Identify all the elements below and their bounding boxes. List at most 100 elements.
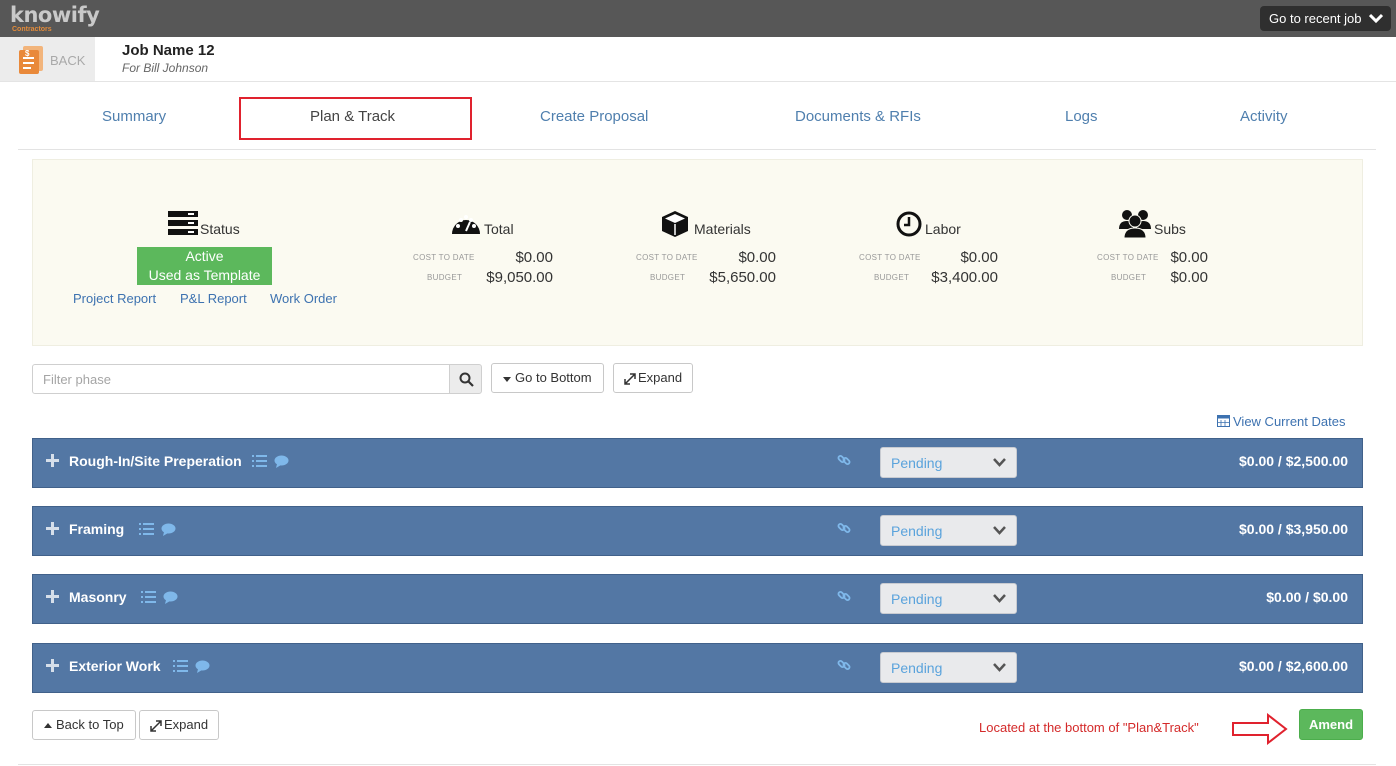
calendar-icon [1217, 415, 1230, 427]
link-icon[interactable] [837, 453, 851, 467]
logo-subtext: Contractors [12, 26, 52, 33]
phase-status-value: Pending [891, 455, 943, 471]
expand-label: Expand [638, 370, 683, 385]
phase-status-select[interactable]: Pending [880, 583, 1017, 614]
phase-status-select[interactable]: Pending [880, 652, 1017, 683]
comments-icon[interactable] [161, 523, 176, 536]
comments-icon[interactable] [195, 660, 210, 673]
back-label: BACK [50, 53, 86, 68]
comments-icon[interactable] [274, 455, 289, 468]
phase-status-select[interactable]: Pending [880, 515, 1017, 546]
job-client: For Bill Johnson [122, 61, 209, 75]
phase-status-value: Pending [891, 523, 943, 539]
back-button[interactable]: $ BACK [0, 37, 95, 81]
subs-label: Subs [1154, 221, 1186, 237]
phase-name[interactable]: Framing [69, 521, 124, 537]
subs-cost-to-date: $0.00 [1170, 249, 1208, 266]
status-badge-template: Used as Template [137, 266, 272, 285]
list-icon[interactable] [173, 660, 188, 672]
phase-amount: $0.00 / $2,500.00 [1239, 453, 1348, 469]
labor-budget: $3,400.00 [931, 269, 998, 286]
back-to-top-button[interactable]: Back to Top [32, 710, 136, 740]
view-current-dates-link[interactable]: View Current Dates [1217, 414, 1345, 429]
phase-amount: $0.00 / $3,950.00 [1239, 521, 1348, 537]
annotation-note: Located at the bottom of "Plan&Track" [979, 720, 1199, 735]
search-button[interactable] [449, 364, 482, 394]
list-icon[interactable] [139, 523, 154, 535]
expand-button[interactable]: Expand [613, 363, 693, 393]
tab-create-proposal[interactable]: Create Proposal [540, 108, 648, 125]
chevron-down-icon [993, 458, 1006, 467]
logo-text: knowify [10, 3, 100, 27]
caret-up-icon [44, 722, 52, 728]
materials-cost-to-date: $0.00 [738, 249, 776, 266]
link-icon[interactable] [837, 521, 851, 535]
svg-text:$: $ [25, 49, 30, 58]
header-divider [0, 81, 1396, 82]
phase-status-value: Pending [891, 591, 943, 607]
phase-row[interactable]: Exterior Work Pending $0.00 / $2,600.00 [32, 643, 1363, 693]
view-current-dates-label: View Current Dates [1233, 414, 1346, 429]
server-icon [168, 211, 198, 235]
phase-name[interactable]: Masonry [69, 589, 127, 605]
labor-cost-to-date: $0.00 [960, 249, 998, 266]
filter-phase-input[interactable] [32, 364, 450, 394]
expand-bottom-label: Expand [164, 717, 209, 732]
tab-activity[interactable]: Activity [1240, 108, 1288, 125]
dashboard-icon [452, 215, 480, 234]
recent-job-dropdown[interactable]: Go to recent job [1260, 6, 1391, 31]
tab-summary[interactable]: Summary [102, 108, 166, 125]
subs-budget: $0.00 [1170, 269, 1208, 286]
phase-amount: $0.00 / $2,600.00 [1239, 658, 1348, 674]
cube-icon [662, 211, 688, 237]
recent-job-label: Go to recent job [1269, 11, 1362, 26]
amend-button[interactable]: Amend [1299, 709, 1363, 740]
phase-row[interactable]: Rough-In/Site Preperation Pending $0.00 … [32, 438, 1363, 488]
clock-icon [896, 211, 922, 237]
job-title: Job Name 12 [122, 42, 215, 59]
project-report-link[interactable]: Project Report [73, 291, 156, 306]
tabs-divider [18, 149, 1376, 150]
tab-documents-rfis[interactable]: Documents & RFIs [795, 108, 921, 125]
comments-icon[interactable] [163, 591, 178, 604]
phase-name[interactable]: Exterior Work [69, 658, 161, 674]
pl-report-link[interactable]: P&L Report [180, 291, 247, 306]
expand-bottom-button[interactable]: Expand [139, 710, 219, 740]
list-icon[interactable] [141, 591, 156, 603]
document-back-icon: $ [19, 46, 43, 74]
link-icon[interactable] [837, 658, 851, 672]
tab-logs[interactable]: Logs [1065, 108, 1098, 125]
plus-icon[interactable] [46, 659, 59, 672]
phase-status-value: Pending [891, 660, 943, 676]
plus-icon[interactable] [46, 454, 59, 467]
work-order-link[interactable]: Work Order [270, 291, 337, 306]
search-icon [459, 372, 474, 387]
chevron-down-icon [993, 594, 1006, 603]
phase-row[interactable]: Framing Pending $0.00 / $3,950.00 [32, 506, 1363, 556]
knowify-logo[interactable]: knowify Contractors [10, 3, 100, 33]
list-icon[interactable] [252, 455, 267, 467]
phase-name[interactable]: Rough-In/Site Preperation [69, 453, 242, 469]
link-icon[interactable] [837, 589, 851, 603]
go-to-bottom-label: Go to Bottom [515, 370, 592, 385]
plus-icon[interactable] [46, 522, 59, 535]
expand-icon [624, 372, 636, 385]
status-badge-active: Active [137, 247, 272, 266]
caret-down-icon [503, 376, 511, 382]
materials-budget: $5,650.00 [709, 269, 776, 286]
status-label: Status [200, 221, 240, 237]
chevron-down-icon [993, 526, 1006, 535]
back-to-top-label: Back to Top [56, 717, 124, 732]
chevron-down-icon [1369, 13, 1383, 24]
total-cost-to-date: $0.00 [515, 249, 553, 266]
plus-icon[interactable] [46, 590, 59, 603]
top-bar: knowify Contractors Go to recent job [0, 0, 1396, 37]
expand-icon [150, 719, 162, 732]
chevron-down-icon [993, 663, 1006, 672]
total-label: Total [484, 221, 514, 237]
phase-row[interactable]: Masonry Pending $0.00 / $0.00 [32, 574, 1363, 624]
bottom-divider [18, 764, 1376, 765]
phase-amount: $0.00 / $0.00 [1266, 589, 1348, 605]
phase-status-select[interactable]: Pending [880, 447, 1017, 478]
go-to-bottom-button[interactable]: Go to Bottom [491, 363, 604, 393]
